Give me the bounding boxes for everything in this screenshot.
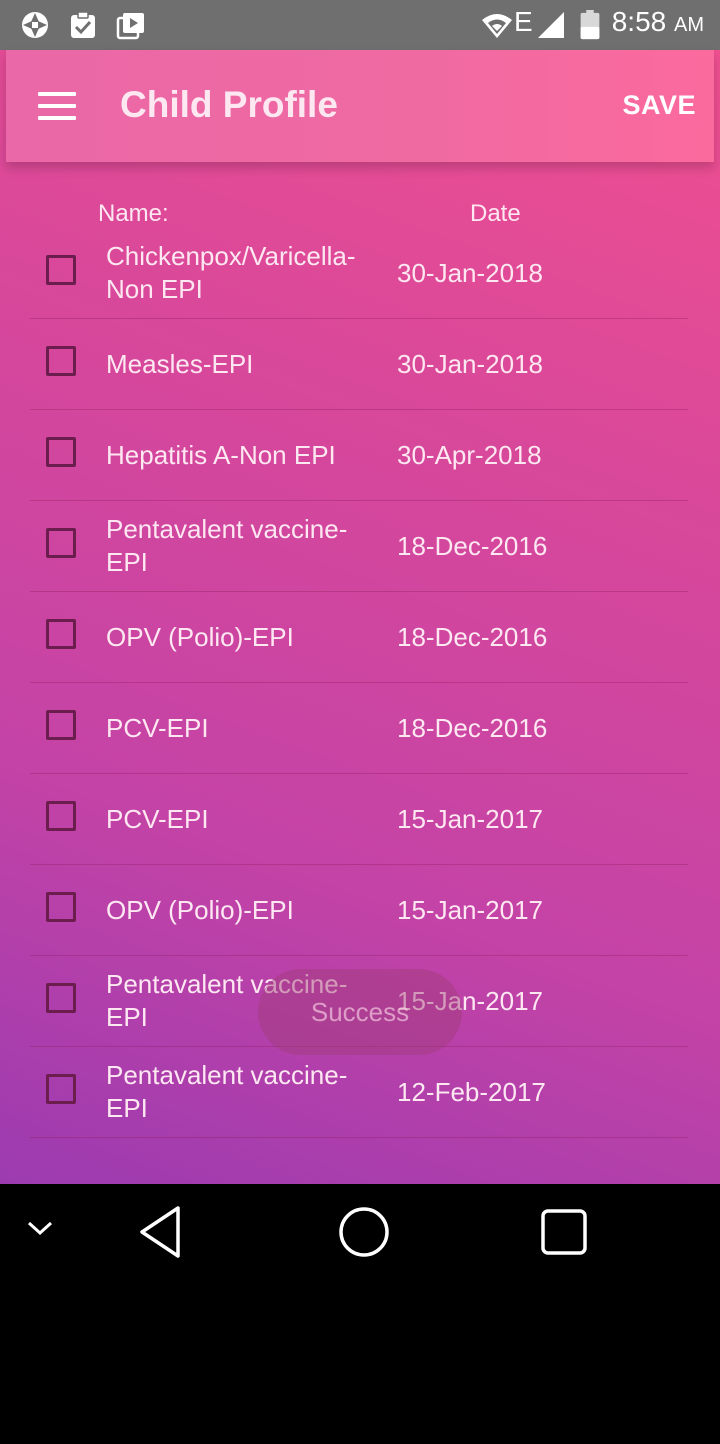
vaccine-date: 18-Dec-2016 — [397, 530, 548, 561]
row-checkbox[interactable] — [46, 892, 76, 922]
vaccine-date: 30-Jan-2018 — [397, 348, 543, 379]
back-triangle-icon[interactable] — [136, 1388, 184, 1444]
table-row[interactable]: PCV-EPI 18-Dec-2016 — [30, 683, 688, 774]
vaccine-name: OPV (Polio)-EPI — [106, 894, 294, 925]
vaccine-name: Pentavalent vaccine-EPI — [106, 1060, 348, 1123]
vaccine-date: 30-Jan-2018 — [397, 257, 543, 288]
video-library-icon — [116, 13, 144, 40]
app-bar: Child Profile SAVE — [6, 50, 714, 162]
home-circle-icon[interactable] — [338, 1206, 390, 1258]
network-type-label: E — [514, 6, 533, 37]
chevron-down-icon[interactable] — [26, 1214, 54, 1242]
table-row[interactable]: Hepatitis A-Non EPI 30-Apr-2018 — [30, 410, 688, 501]
vaccine-date: 15-Jan-2017 — [397, 803, 543, 834]
signal-icon — [538, 12, 564, 38]
table-row[interactable]: Pentavalent vaccine-EPI 12-Feb-2017 — [30, 1047, 688, 1138]
status-bar: E 8:58 AM — [0, 0, 720, 50]
save-button[interactable]: SAVE — [622, 90, 696, 121]
time-text: 8:58 — [611, 6, 667, 37]
vaccine-name: Hepatitis A-Non EPI — [106, 439, 336, 470]
vaccine-date: 15-Jan-2017 — [397, 894, 543, 925]
row-checkbox[interactable] — [46, 619, 76, 649]
vaccine-date: 12-Feb-2017 — [397, 1076, 546, 1107]
ampm-text: AM — [674, 14, 704, 36]
table-row[interactable]: PCV-EPI 15-Jan-2017 — [30, 774, 688, 865]
navigation-bar — [0, 1184, 720, 1280]
vaccine-name: Measles-EPI — [106, 348, 254, 379]
vaccine-name: Pentavalent vaccine-EPI — [106, 514, 348, 577]
status-time: 8:58 AM — [612, 6, 704, 38]
screen: E 8:58 AM Child Profile SAVE Name: Date … — [0, 0, 720, 1184]
date-column-header: Date — [470, 200, 521, 227]
table-row[interactable]: OPV (Polio)-EPI 18-Dec-2016 — [30, 592, 688, 683]
battery-icon — [580, 10, 600, 40]
row-checkbox[interactable] — [46, 437, 76, 467]
row-checkbox[interactable] — [46, 346, 76, 376]
aperture-icon — [22, 12, 48, 38]
row-checkbox[interactable] — [46, 983, 76, 1013]
name-column-header: Name: — [98, 200, 169, 227]
table-row[interactable]: Chickenpox/Varicella-Non EPI 30-Jan-2018 — [30, 228, 688, 319]
vaccine-date: 18-Dec-2016 — [397, 621, 548, 652]
vaccine-date: 30-Apr-2018 — [397, 439, 542, 470]
table-row[interactable]: Pentavalent vaccine-EPI 18-Dec-2016 — [30, 501, 688, 592]
vaccine-name: Chickenpox/Varicella-Non EPI — [106, 241, 356, 304]
vaccine-name: OPV (Polio)-EPI — [106, 621, 294, 652]
vaccine-name: PCV-EPI — [106, 712, 209, 743]
hamburger-menu-icon[interactable] — [38, 92, 76, 120]
recents-square-icon[interactable] — [540, 1208, 588, 1256]
vaccine-date: 18-Dec-2016 — [397, 712, 548, 743]
row-checkbox[interactable] — [46, 801, 76, 831]
table-row[interactable]: Measles-EPI 30-Jan-2018 — [30, 319, 688, 410]
success-toast: Success — [258, 969, 462, 1055]
clipboard-check-icon — [71, 11, 95, 38]
page-title: Child Profile — [120, 84, 338, 125]
row-checkbox[interactable] — [46, 255, 76, 285]
table-row[interactable]: OPV (Polio)-EPI 15-Jan-2017 — [30, 865, 688, 956]
wifi-icon — [482, 14, 512, 38]
vaccine-name: PCV-EPI — [106, 803, 209, 834]
row-checkbox[interactable] — [46, 710, 76, 740]
row-checkbox[interactable] — [46, 528, 76, 558]
row-checkbox[interactable] — [46, 1074, 76, 1104]
back-button[interactable] — [136, 1204, 184, 1260]
